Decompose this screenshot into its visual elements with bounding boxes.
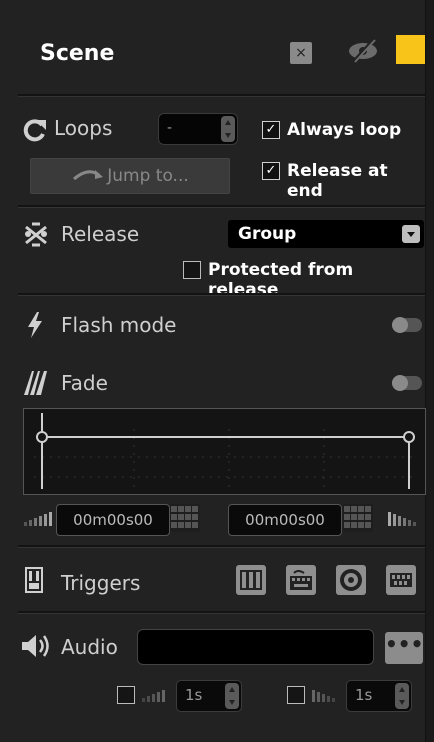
release-mode-value: Group xyxy=(238,224,297,244)
scene-panel: Scene × Loops - ✓ Always loop Jump to...… xyxy=(0,0,426,742)
audio-fade-out-spinbox[interactable]: 1s xyxy=(346,680,412,712)
keyboard-icon[interactable] xyxy=(286,565,316,595)
release-icon xyxy=(22,221,52,247)
fade-icon xyxy=(22,369,48,395)
audio-fade-in-checkbox[interactable] xyxy=(117,686,135,704)
chevron-down-icon xyxy=(402,225,420,243)
audio-label: Audio xyxy=(61,635,118,659)
triggers-icon xyxy=(25,567,43,593)
jump-to-button[interactable]: Jump to... xyxy=(30,158,230,194)
eye-slash-icon[interactable] xyxy=(346,38,380,64)
divider xyxy=(18,205,425,208)
audio-file-field[interactable] xyxy=(137,629,374,665)
always-loop-label: Always loop xyxy=(287,120,402,140)
release-at-end-label: Release at end xyxy=(287,161,388,201)
fade-in-time-field[interactable]: 00m00s00 xyxy=(56,504,170,536)
protected-from-release-checkbox[interactable] xyxy=(183,261,201,279)
release-at-end-checkbox[interactable]: ✓ xyxy=(262,162,280,180)
fade-out-icon xyxy=(310,688,342,702)
speaker-icon xyxy=(20,633,52,659)
fade-out-time-field[interactable]: 00m00s00 xyxy=(228,504,342,536)
midi-piano-icon[interactable] xyxy=(236,565,266,595)
close-button[interactable]: × xyxy=(290,42,312,64)
audio-fade-out-checkbox[interactable] xyxy=(287,686,305,704)
browse-audio-button[interactable]: ••• xyxy=(385,632,423,664)
fade-in-icon xyxy=(22,512,58,526)
spin-arrows[interactable] xyxy=(395,683,409,709)
fade-in-icon xyxy=(140,688,172,702)
loops-value: - xyxy=(167,120,173,136)
always-loop-checkbox[interactable]: ✓ xyxy=(262,121,280,139)
fade-toggle[interactable] xyxy=(392,375,422,391)
triggers-label: Triggers xyxy=(61,571,141,595)
scene-color-swatch[interactable] xyxy=(396,35,425,64)
fade-label: Fade xyxy=(61,371,108,395)
flash-mode-label: Flash mode xyxy=(61,313,177,337)
loops-label: Loops xyxy=(54,116,113,140)
jump-to-label: Jump to... xyxy=(107,166,189,186)
panel-title: Scene xyxy=(40,41,115,66)
release-label: Release xyxy=(61,222,140,246)
divider xyxy=(18,293,425,296)
loops-spinbox[interactable]: - xyxy=(158,113,238,145)
toggle-knob xyxy=(392,375,408,391)
timecode-disc-icon[interactable] xyxy=(336,565,366,595)
spin-arrows[interactable] xyxy=(225,683,239,709)
audio-fade-in-spinbox[interactable]: 1s xyxy=(176,680,242,712)
audio-fade-out-value: 1s xyxy=(355,686,373,704)
divider xyxy=(18,611,425,614)
toggle-knob xyxy=(392,317,408,333)
lightning-icon xyxy=(26,312,44,338)
keypad-icon[interactable] xyxy=(343,504,373,532)
divider xyxy=(18,545,425,548)
release-mode-select[interactable]: Group xyxy=(228,220,424,248)
flash-mode-toggle[interactable] xyxy=(392,317,422,333)
keypad-icon[interactable] xyxy=(170,504,200,532)
divider xyxy=(18,94,425,97)
fade-out-icon xyxy=(386,512,422,526)
spin-arrows[interactable] xyxy=(221,116,235,142)
loop-icon xyxy=(22,117,48,143)
redo-arrow-icon xyxy=(71,159,105,193)
audio-fade-in-value: 1s xyxy=(185,686,203,704)
fade-curve-editor[interactable] xyxy=(23,408,426,495)
dmx-input-icon[interactable] xyxy=(386,565,416,595)
